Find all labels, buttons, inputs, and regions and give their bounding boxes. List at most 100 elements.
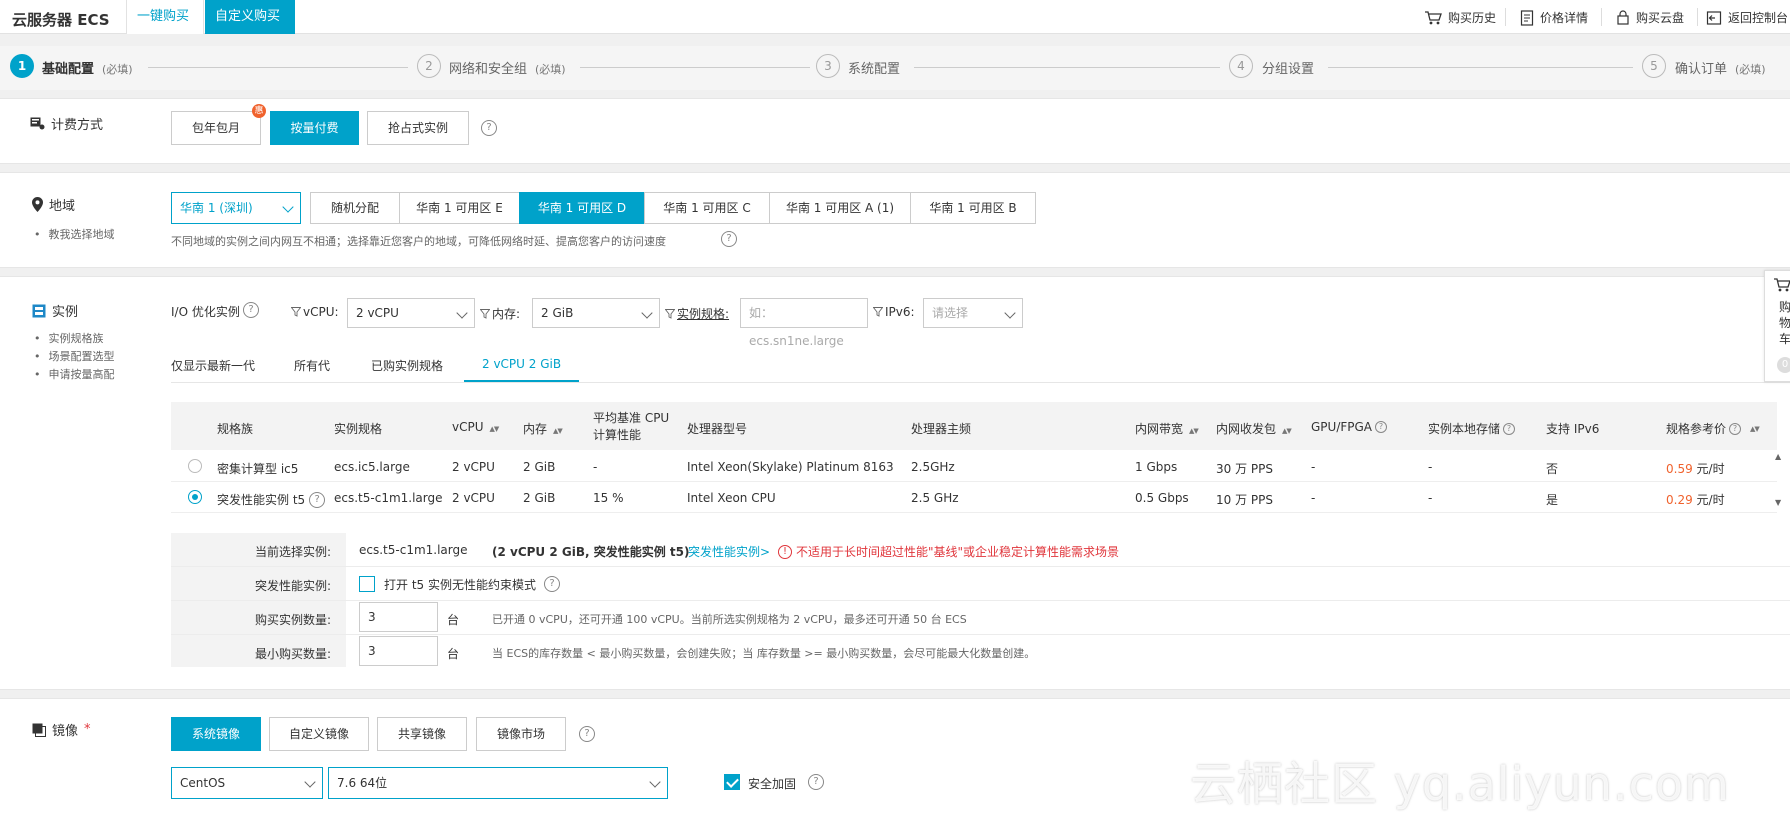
col-memory[interactable]: 内存: [523, 420, 562, 437]
billing-monthly-button[interactable]: 包年包月: [171, 111, 261, 145]
chevron-down-icon: [282, 201, 294, 213]
zone-d-button[interactable]: 华南 1 可用区 D: [519, 192, 645, 224]
min-quantity-input[interactable]: 3: [359, 636, 438, 666]
help-icon[interactable]: ?: [309, 491, 326, 508]
security-hardening-checkbox[interactable]: [724, 774, 740, 790]
side-link-scenario[interactable]: 场景配置选型: [34, 348, 115, 364]
os-version-select[interactable]: 7.6 64位: [328, 767, 668, 799]
cart-widget[interactable]: 购物车 0: [1764, 270, 1790, 382]
tab-system-image[interactable]: 系统镜像: [171, 717, 261, 751]
scroll-down-icon[interactable]: ▼: [1775, 498, 1781, 507]
image-title: 镜像 *: [32, 720, 91, 739]
col-vcpu[interactable]: vCPU: [452, 420, 498, 434]
purchase-history-link[interactable]: 购买历史: [1424, 9, 1496, 26]
tab-latest-gen[interactable]: 仅显示最新一代: [171, 357, 255, 374]
cell-ipv6: 是: [1546, 493, 1559, 507]
col-storage-text: 实例本地存储: [1428, 422, 1501, 436]
return-console-link[interactable]: 返回控制台: [1706, 9, 1788, 26]
step-3-label[interactable]: 系统配置: [848, 58, 900, 77]
col-price-text: 规格参考价: [1666, 422, 1727, 436]
help-icon[interactable]: ?: [1503, 422, 1516, 435]
tab-2vcpu-2gib[interactable]: 2 vCPU 2 GiB: [464, 357, 580, 382]
chevron-down-icon: [649, 776, 661, 788]
spec-search-input[interactable]: 如：ecs.sn1ne.large: [740, 298, 868, 348]
ipv6-label-text: IPv6:: [885, 305, 915, 319]
tab-custom-image[interactable]: 自定义镜像: [269, 717, 369, 751]
step-2-number: 2: [417, 54, 441, 78]
help-icon[interactable]: ?: [579, 726, 595, 742]
step-2-label[interactable]: 网络和安全组 (必填): [449, 58, 566, 77]
burst-instance-link[interactable]: 突发性能实例>: [688, 543, 770, 560]
instance-icon: [32, 304, 46, 317]
buy-disk-link[interactable]: 购买云盘: [1616, 9, 1684, 26]
region-help-link[interactable]: 教我选择地域: [34, 226, 115, 242]
filter-icon: [873, 307, 883, 317]
warning-text: 不适用于长时间超过性能"基线"或企业稳定计算性能需求场景: [796, 545, 1120, 559]
memory-select-value: 2 GiB: [541, 306, 574, 320]
filter-icon: [291, 307, 301, 317]
zone-e-button[interactable]: 华南 1 可用区 E: [399, 192, 520, 224]
billing-spot-button[interactable]: 抢占式实例: [367, 111, 469, 145]
row-radio[interactable]: [188, 459, 202, 473]
help-icon[interactable]: ?: [1729, 422, 1742, 435]
help-icon[interactable]: ?: [721, 231, 737, 247]
unlimited-mode-checkbox[interactable]: [359, 576, 375, 592]
memory-select[interactable]: 2 GiB: [532, 298, 660, 328]
vcpu-select[interactable]: 2 vCPU: [347, 298, 475, 328]
step-2-text: 网络和安全组: [449, 62, 528, 77]
step-4-label[interactable]: 分组设置: [1262, 58, 1314, 77]
help-icon[interactable]: ?: [808, 774, 824, 790]
vcpu-select-value: 2 vCPU: [356, 306, 399, 320]
cell-vcpu: 2 vCPU: [452, 491, 495, 505]
zone-c-button[interactable]: 华南 1 可用区 C: [644, 192, 770, 224]
tab-custom-buy[interactable]: 自定义购买: [205, 0, 295, 34]
help-icon[interactable]: ?: [481, 120, 497, 136]
cell-ipv6: 否: [1546, 462, 1559, 476]
region-select[interactable]: 华南 1 (深圳): [171, 192, 301, 224]
zone-a-button[interactable]: 华南 1 可用区 A (1): [769, 192, 911, 224]
col-price[interactable]: 规格参考价 ?: [1666, 420, 1759, 437]
col-bandwidth[interactable]: 内网带宽: [1135, 420, 1198, 437]
zone-random-button[interactable]: 随机分配: [310, 192, 400, 224]
price-details-link[interactable]: 价格详情: [1520, 9, 1588, 26]
cell-spec: ecs.ic5.large: [334, 460, 410, 474]
step-1-label[interactable]: 基础配置 (必填): [42, 58, 133, 77]
tab-quick-buy[interactable]: 一键购买: [126, 0, 204, 34]
side-link-apply[interactable]: 申请按量高配: [34, 366, 115, 382]
tab-shared-image[interactable]: 共享镜像: [377, 717, 467, 751]
scroll-up-icon[interactable]: ▲: [1775, 452, 1781, 461]
cell-cpu-freq: 2.5GHz: [911, 460, 955, 474]
help-icon[interactable]: ?: [1375, 421, 1388, 433]
tab-image-market[interactable]: 镜像市场: [476, 717, 566, 751]
exit-icon: [1706, 10, 1722, 25]
divider: [171, 634, 1790, 635]
ipv6-select[interactable]: 请选择: [923, 298, 1023, 328]
help-icon[interactable]: ?: [544, 576, 560, 592]
step-connector: [148, 67, 408, 68]
cell-cpu-model: Intel Xeon CPU: [687, 491, 776, 505]
col-pps[interactable]: 内网收发包: [1216, 420, 1291, 437]
cell-memory: 2 GiB: [523, 460, 556, 474]
help-icon[interactable]: ?: [243, 302, 259, 318]
billing-payg-button[interactable]: 按量付费: [270, 111, 359, 145]
step-4-text: 分组设置: [1262, 62, 1315, 77]
tab-purchased[interactable]: 已购实例规格: [371, 357, 443, 374]
zone-b-button[interactable]: 华南 1 可用区 B: [910, 192, 1036, 224]
chevron-down-icon: [304, 776, 316, 788]
tab-all-gen[interactable]: 所有代: [294, 357, 330, 374]
step-1-number: 1: [10, 54, 34, 78]
step-2-hint: (必填): [535, 63, 566, 76]
os-select-value: CentOS: [180, 776, 226, 790]
io-optimized-label: I/O 优化实例: [171, 305, 240, 319]
quantity-input[interactable]: 3: [359, 602, 438, 632]
side-link-family[interactable]: 实例规格族: [34, 330, 104, 346]
os-select[interactable]: CentOS: [171, 767, 323, 799]
cell-pps: 30 万 PPS: [1216, 462, 1273, 476]
min-quantity-note: 当 ECS的库存数量 < 最小购买数量，会创建失败；当 库存数量 >= 最小购买…: [492, 647, 1036, 660]
row-radio-selected[interactable]: [188, 490, 202, 504]
region-title: 地域: [32, 195, 75, 214]
step-5-label[interactable]: 确认订单 (必填): [1675, 58, 1766, 77]
table-row[interactable]: [171, 451, 1777, 482]
spec-label-text: 实例规格:: [677, 307, 730, 321]
cell-family: 突发性能实例 t5 ?: [217, 491, 326, 508]
